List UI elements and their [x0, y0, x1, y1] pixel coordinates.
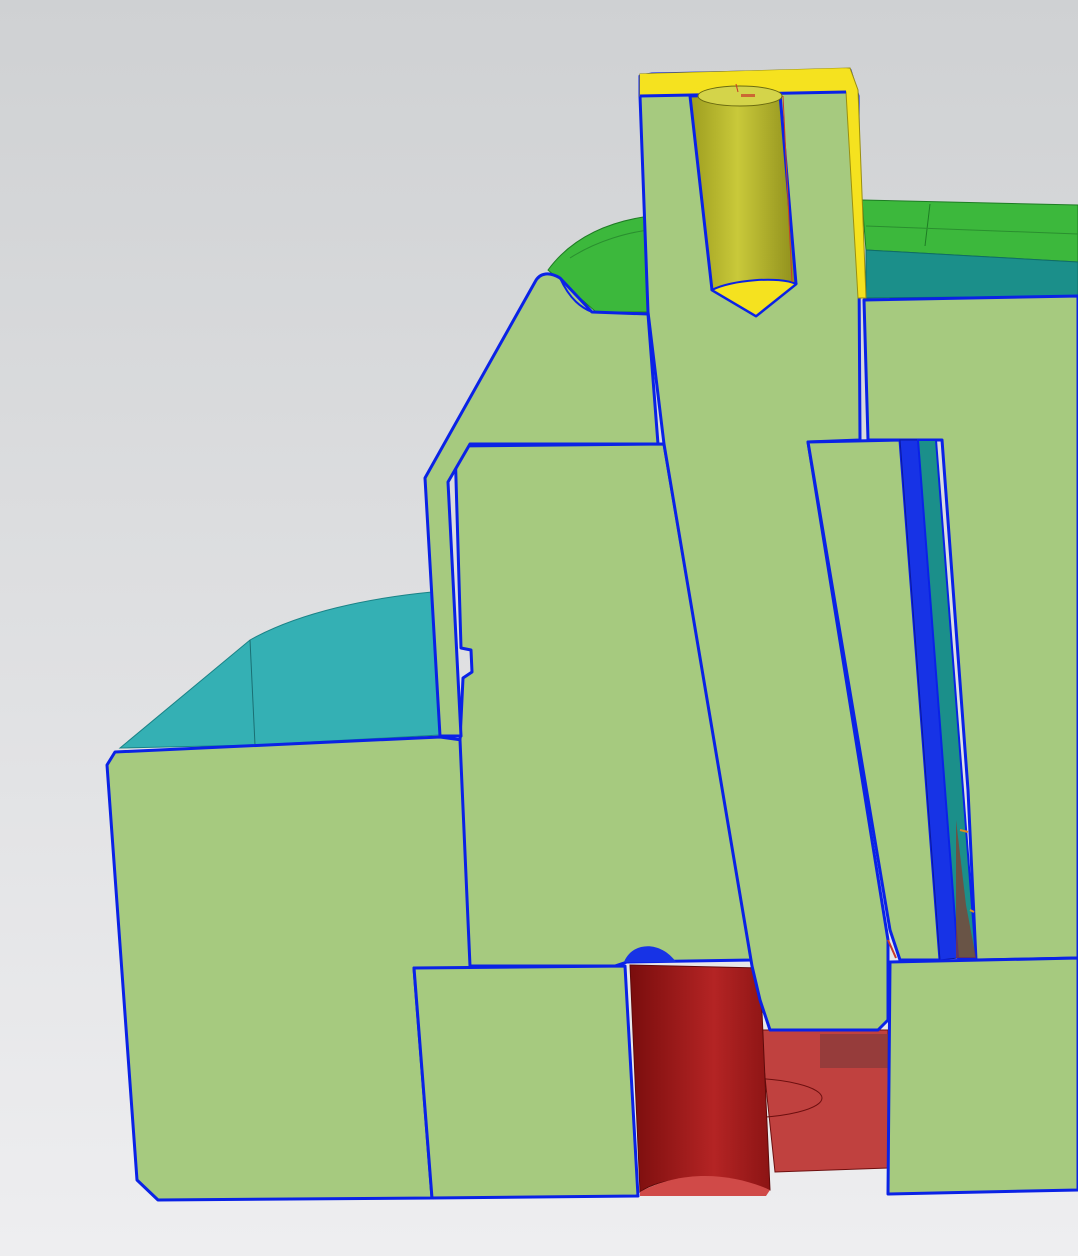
- cad-3d-viewport[interactable]: [0, 0, 1078, 1256]
- section-view-canvas[interactable]: [0, 0, 1078, 1256]
- bottom-middle-block: [412, 964, 640, 1200]
- right-lower-block: [886, 956, 1078, 1196]
